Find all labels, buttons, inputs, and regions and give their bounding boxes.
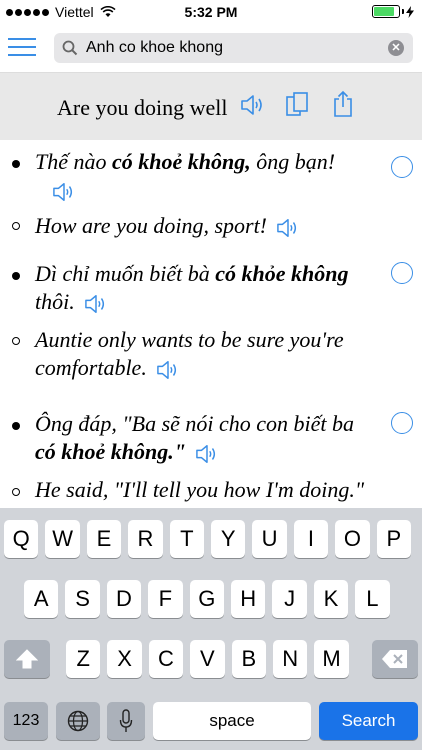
menu-icon[interactable]: [8, 38, 36, 58]
key-e[interactable]: E: [86, 520, 122, 558]
sub-bullet-icon: [12, 222, 20, 230]
key-m[interactable]: M: [314, 640, 349, 678]
key-j[interactable]: J: [272, 580, 307, 618]
speaker-icon[interactable]: [51, 181, 77, 203]
keyboard: QWERTYUIOP ASDFGHJKL ZXCVBNM 123 space S…: [0, 508, 422, 750]
key-r[interactable]: R: [128, 520, 163, 558]
key-u[interactable]: U: [252, 520, 287, 558]
key-v[interactable]: V: [190, 640, 225, 678]
charging-icon: [406, 5, 414, 18]
key-d[interactable]: D: [106, 580, 142, 618]
bullet-icon: [12, 422, 20, 430]
key-h[interactable]: H: [231, 580, 266, 618]
key-g[interactable]: G: [189, 580, 224, 618]
speaker-icon[interactable]: [155, 359, 181, 381]
select-radio[interactable]: [391, 412, 413, 434]
bullet-icon: [12, 160, 20, 168]
globe-icon: [67, 710, 89, 732]
english-sentence: How are you doing, sport!: [35, 212, 385, 240]
speaker-icon[interactable]: [275, 217, 301, 239]
english-sentence: He said, "I'll tell you how I'm doing.": [35, 477, 365, 502]
vietnamese-sentence: Dì chỉ muốn biết bà có khỏe không thôi.: [35, 261, 349, 315]
key-z[interactable]: Z: [66, 640, 101, 678]
select-radio[interactable]: [391, 156, 413, 178]
clock: 5:32 PM: [184, 4, 238, 20]
key-l[interactable]: L: [355, 580, 390, 618]
key-y[interactable]: Y: [211, 520, 246, 558]
sub-bullet-icon: [12, 337, 20, 345]
status-bar: Viettel 5:32 PM: [0, 0, 422, 24]
phrase-title: Are you doing well: [57, 95, 228, 120]
nav-bar: ✕: [0, 24, 422, 73]
vietnamese-sentence: Ông đáp, "Ba sẽ nói cho con biết ba có k…: [35, 411, 355, 465]
backspace-icon: [382, 650, 407, 668]
globe-key[interactable]: [56, 702, 100, 740]
key-w[interactable]: W: [45, 520, 80, 558]
speaker-icon[interactable]: [83, 293, 109, 315]
speaker-icon[interactable]: [240, 93, 266, 117]
key-p[interactable]: P: [376, 520, 411, 558]
key-a[interactable]: A: [24, 580, 59, 618]
dictation-key[interactable]: [107, 702, 145, 740]
copy-icon[interactable]: [286, 92, 310, 118]
sentence-list: Thế nào có khoẻ không, ông bạn! How are …: [0, 140, 422, 508]
key-c[interactable]: C: [148, 640, 184, 678]
key-b[interactable]: B: [231, 640, 266, 678]
search-input[interactable]: [86, 36, 376, 60]
key-x[interactable]: X: [107, 640, 142, 678]
english-sentence: Auntie only wants to be sure you're comf…: [35, 327, 344, 381]
key-o[interactable]: O: [335, 520, 370, 558]
vietnamese-sentence: Thế nào có khoẻ không, ông bạn!: [35, 148, 385, 204]
microphone-icon: [119, 709, 133, 732]
key-q[interactable]: Q: [4, 520, 39, 558]
space-key[interactable]: space: [153, 702, 311, 740]
clear-search-icon[interactable]: ✕: [388, 40, 404, 56]
sub-bullet-icon: [12, 488, 20, 496]
key-i[interactable]: I: [293, 520, 329, 558]
share-icon[interactable]: [333, 90, 353, 118]
shift-key[interactable]: [4, 640, 50, 678]
search-bar[interactable]: ✕: [54, 33, 413, 63]
key-f[interactable]: F: [148, 580, 183, 618]
battery-icon: [372, 5, 400, 18]
search-key[interactable]: Search: [319, 702, 418, 740]
select-radio[interactable]: [391, 262, 413, 284]
delete-key[interactable]: [372, 640, 418, 678]
shift-icon: [15, 649, 39, 669]
search-icon: [62, 40, 78, 56]
speaker-icon[interactable]: [194, 443, 220, 465]
key-n[interactable]: N: [273, 640, 308, 678]
phrase-header: Are you doing well: [0, 73, 422, 140]
bullet-icon: [12, 272, 20, 280]
key-t[interactable]: T: [169, 520, 204, 558]
key-s[interactable]: S: [65, 580, 100, 618]
key-k[interactable]: K: [313, 580, 349, 618]
numbers-key[interactable]: 123: [4, 702, 48, 740]
